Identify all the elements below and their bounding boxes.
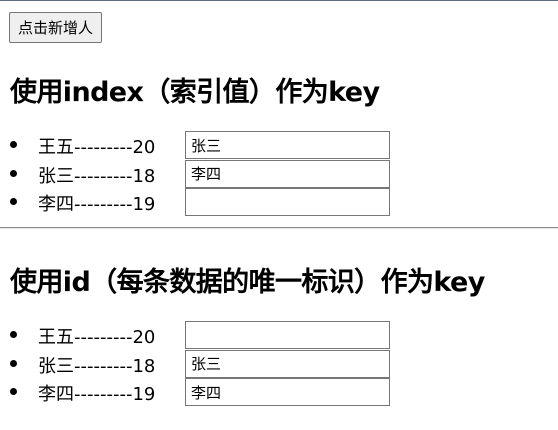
person-label: 张三---------18: [38, 355, 156, 377]
person-input[interactable]: [185, 159, 390, 188]
bullet-icon: [10, 331, 17, 338]
horizontal-divider: [0, 227, 558, 229]
person-label: 张三---------18: [38, 165, 156, 187]
person-input[interactable]: [185, 131, 390, 159]
bullet-icon: [10, 141, 17, 148]
section-title-id-key: 使用id（每条数据的唯一标识）作为key: [10, 267, 485, 298]
person-input[interactable]: [185, 321, 390, 349]
section-title-index-key: 使用index（索引值）作为key: [10, 77, 380, 108]
bullet-icon: [10, 388, 17, 395]
person-input[interactable]: [185, 188, 390, 216]
top-border: [0, 0, 558, 1]
person-label: 王五---------20: [38, 137, 156, 158]
person-label: 李四---------19: [38, 384, 156, 405]
person-input[interactable]: [185, 378, 390, 406]
page: 点击新增人 使用index（索引值）作为key 王五---------20 张三…: [0, 0, 558, 430]
bullet-icon: [10, 359, 17, 367]
bullet-icon: [10, 169, 17, 177]
person-label: 王五---------20: [38, 327, 156, 348]
person-label: 李四---------19: [38, 194, 156, 215]
person-input[interactable]: [185, 349, 390, 378]
add-person-button[interactable]: 点击新增人: [9, 12, 103, 43]
bullet-icon: [10, 198, 17, 205]
